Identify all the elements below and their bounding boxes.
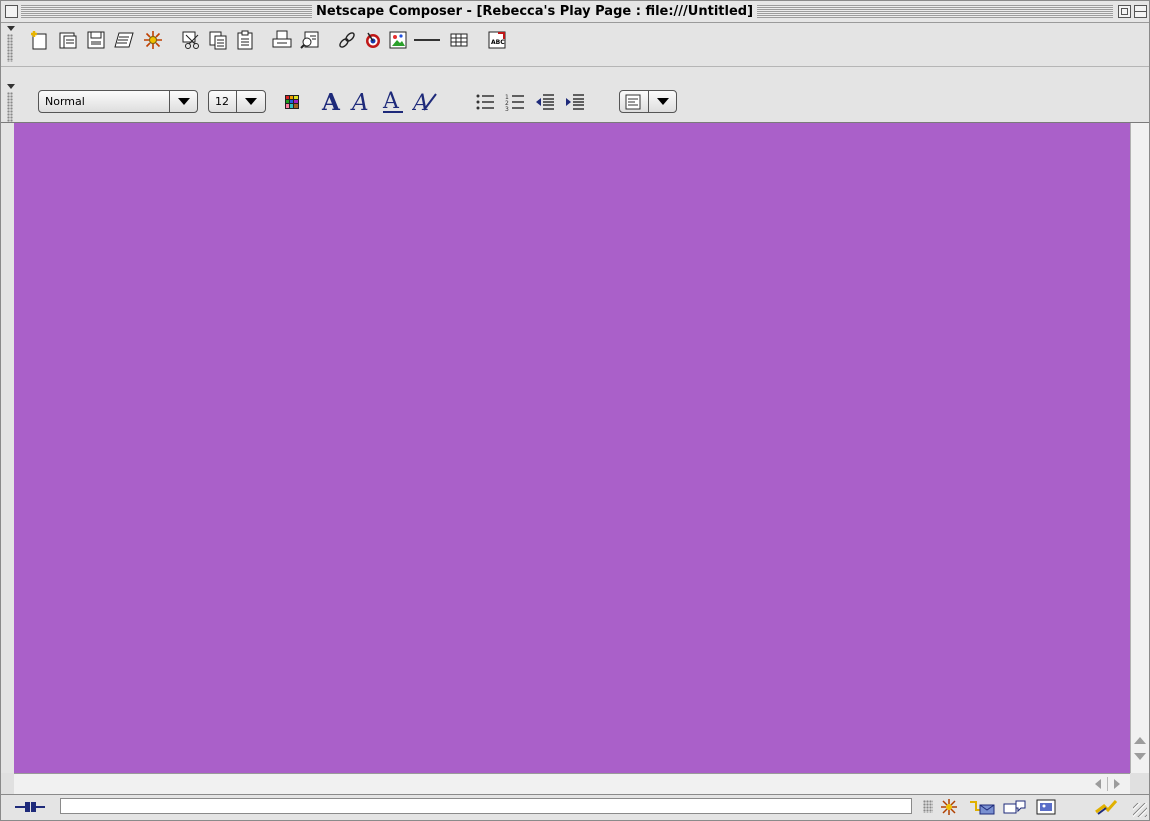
save-disk-icon[interactable] (84, 28, 108, 52)
color-grid-icon[interactable] (281, 91, 303, 113)
resize-grip[interactable] (1133, 803, 1147, 817)
chevron-down-icon[interactable] (169, 91, 197, 112)
indent-icon[interactable] (563, 90, 587, 114)
horizontal-line-icon[interactable] (411, 28, 443, 52)
composition-toolbar: ABC (1, 23, 1149, 67)
copy-icon[interactable] (206, 28, 230, 52)
insert-image-icon[interactable] (386, 28, 410, 52)
scissors-icon[interactable] (179, 28, 203, 52)
left-gutter (1, 123, 14, 773)
composer-icon[interactable] (1033, 797, 1059, 817)
svg-text:A: A (412, 91, 429, 114)
horizontal-scrollbar[interactable] (14, 773, 1130, 794)
svg-text:A: A (321, 89, 341, 114)
scroll-up-icon[interactable] (1134, 737, 1146, 744)
chevron-down-icon[interactable] (648, 91, 676, 112)
publish-icon[interactable] (112, 28, 136, 52)
paragraph-style-value: Normal (45, 95, 85, 108)
spell-check-icon[interactable]: ABC (485, 28, 509, 52)
bullet-list-icon[interactable] (473, 90, 497, 114)
mail-icon[interactable] (967, 797, 997, 817)
toolbar-grip[interactable] (7, 26, 15, 62)
target-icon[interactable] (361, 28, 385, 52)
preview-sparkle-icon[interactable] (141, 28, 165, 52)
bold-icon[interactable]: A (319, 87, 347, 115)
align-left-icon (622, 92, 644, 112)
component-bar-grip[interactable] (923, 800, 933, 813)
italic-icon[interactable]: A (349, 87, 377, 115)
find-icon[interactable] (298, 28, 322, 52)
numbered-list-icon[interactable]: 123 (503, 90, 527, 114)
table-icon[interactable] (447, 28, 471, 52)
security-icon[interactable] (1093, 797, 1119, 817)
new-page-icon[interactable] (28, 28, 52, 52)
zoom-box[interactable] (1118, 5, 1131, 18)
svg-text:3: 3 (505, 106, 509, 113)
svg-text:ABC: ABC (491, 39, 505, 46)
printer-icon[interactable] (270, 28, 294, 52)
scroll-arrow-divider (1107, 777, 1108, 791)
vertical-scrollbar[interactable] (1130, 123, 1149, 773)
toolbar-grip[interactable] (7, 84, 15, 122)
font-size-select[interactable]: 12 (208, 90, 266, 113)
status-bar (1, 794, 1149, 820)
open-file-icon[interactable] (56, 28, 80, 52)
collapse-box[interactable] (1134, 5, 1147, 18)
paste-icon[interactable] (233, 28, 257, 52)
discussions-icon[interactable] (1001, 797, 1029, 817)
connection-status-icon (5, 797, 55, 817)
title-bar[interactable]: Netscape Composer - [Rebecca's Play Page… (1, 1, 1149, 23)
scroll-right-icon[interactable] (1114, 779, 1120, 789)
close-box[interactable] (5, 5, 18, 18)
status-message (60, 798, 912, 814)
svg-text:A: A (350, 90, 369, 114)
outdent-icon[interactable] (533, 90, 557, 114)
chevron-down-icon[interactable] (236, 91, 265, 112)
window-title: Netscape Composer - [Rebecca's Play Page… (312, 3, 758, 20)
paragraph-style-select[interactable]: Normal (38, 90, 198, 113)
document-editing-area[interactable] (14, 123, 1130, 773)
underline-icon[interactable]: A (380, 87, 408, 115)
scroll-left-icon[interactable] (1095, 779, 1101, 789)
scroll-down-icon[interactable] (1134, 753, 1146, 760)
link-icon[interactable] (335, 28, 359, 52)
font-size-value: 12 (215, 95, 229, 108)
svg-text:A: A (382, 89, 400, 114)
clear-styles-icon[interactable]: A (411, 87, 439, 115)
navigator-icon[interactable] (937, 797, 961, 817)
composer-window: Netscape Composer - [Rebecca's Play Page… (0, 0, 1150, 821)
alignment-select[interactable] (619, 90, 677, 113)
